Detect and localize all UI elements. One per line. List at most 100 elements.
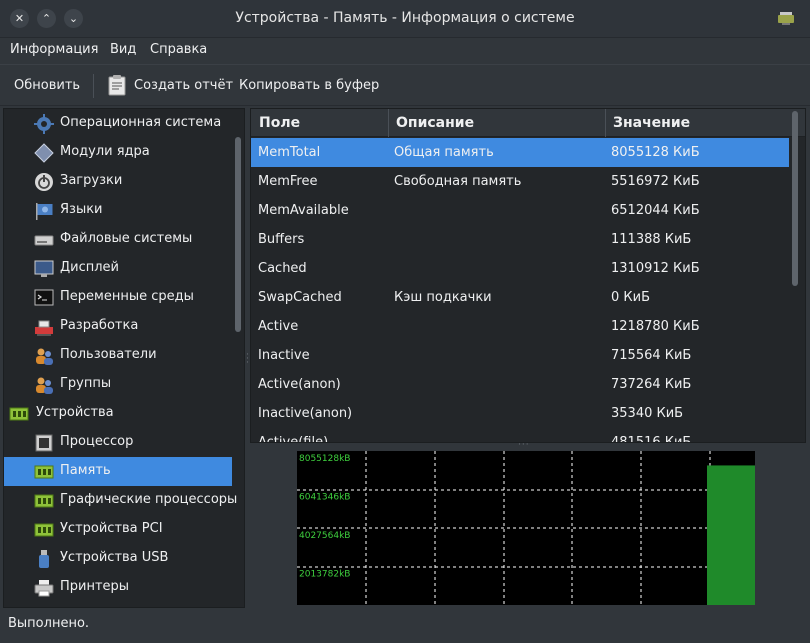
window-title: Устройства - Память - Информация о систе… bbox=[235, 10, 575, 26]
sidebar-item-boots[interactable]: Загрузки bbox=[4, 167, 232, 196]
memory-table[interactable]: Поле Описание Значение MemTotal Общая пам… bbox=[250, 108, 806, 443]
toolbar-separator bbox=[93, 74, 94, 98]
table-row[interactable]: Inactive(anon) 35340 КиБ bbox=[251, 399, 789, 428]
cell-value: 1218780 КиБ bbox=[611, 319, 700, 334]
menu-help[interactable]: Справка bbox=[150, 42, 207, 57]
sidebar-item-label: Принтеры bbox=[60, 579, 130, 594]
memory-usage-graph: 8055128kB 6041346kB 4027564kB 2013782kB bbox=[297, 451, 755, 605]
graph-usage-bar bbox=[707, 465, 755, 605]
sidebar-item-label: Переменные среды bbox=[60, 289, 194, 304]
groups-icon bbox=[36, 377, 53, 394]
menu-bar: Информация Вид Справка bbox=[0, 38, 810, 62]
development-icon bbox=[35, 320, 53, 336]
cell-value: 6512044 КиБ bbox=[611, 203, 700, 218]
table-row[interactable]: Active 1218780 КиБ bbox=[251, 312, 789, 341]
table-scrollbar-thumb[interactable] bbox=[792, 111, 798, 286]
column-header-description[interactable]: Описание bbox=[396, 115, 474, 131]
terminal-icon bbox=[34, 289, 54, 306]
users-icon bbox=[36, 348, 53, 365]
copy-to-clipboard-button[interactable]: Копировать в буфер bbox=[239, 78, 379, 93]
cpu-icon bbox=[35, 434, 53, 452]
table-row[interactable]: SwapCached Кэш подкачки 0 КиБ bbox=[251, 283, 789, 312]
graph-axis-label: 2013782kB bbox=[299, 570, 350, 580]
sidebar-item-groups[interactable]: Группы bbox=[4, 370, 232, 399]
sidebar-item-label: Разработка bbox=[60, 318, 139, 333]
cell-field: Active(anon) bbox=[258, 377, 341, 392]
sidebar-item-users[interactable]: Пользователи bbox=[4, 341, 232, 370]
menu-info[interactable]: Информация bbox=[10, 42, 98, 57]
table-row[interactable]: MemFree Свободная память 5516972 КиБ bbox=[251, 167, 789, 196]
column-header-value[interactable]: Значение bbox=[613, 115, 690, 131]
sidebar-item-label: Файловые системы bbox=[60, 231, 193, 246]
memory-icon bbox=[34, 465, 54, 479]
table-row[interactable]: Inactive 715564 КиБ bbox=[251, 341, 789, 370]
sidebar-item-filesystems[interactable]: Файловые системы bbox=[4, 225, 232, 254]
table-row[interactable]: MemTotal Общая память 8055128 КиБ bbox=[251, 138, 789, 167]
monitor-icon bbox=[34, 260, 54, 277]
status-text: Выполнено. bbox=[8, 616, 90, 631]
table-row[interactable]: MemAvailable 6512044 КиБ bbox=[251, 196, 789, 225]
cell-field: MemFree bbox=[258, 174, 318, 189]
sidebar-item-memory[interactable]: Память bbox=[4, 457, 232, 486]
create-report-button[interactable]: Создать отчёт bbox=[134, 78, 233, 93]
sidebar-item-label: Модули ядра bbox=[60, 144, 150, 159]
column-separator[interactable] bbox=[605, 109, 606, 137]
flag-icon bbox=[36, 203, 53, 220]
cell-value: 8055128 КиБ bbox=[611, 145, 700, 160]
graph-axis-label: 6041346kB bbox=[299, 493, 350, 503]
gpu-icon bbox=[34, 494, 54, 508]
sidebar-item-os[interactable]: Операционная система bbox=[4, 109, 232, 138]
sidebar-scrollbar-thumb[interactable] bbox=[235, 137, 241, 332]
cell-field: Inactive(anon) bbox=[258, 406, 353, 421]
sidebar-item-label: Пользователи bbox=[60, 347, 157, 362]
sidebar-item-processor[interactable]: Процессор bbox=[4, 428, 232, 457]
sidebar-item-languages[interactable]: Языки bbox=[4, 196, 232, 225]
sidebar-item-display[interactable]: Дисплей bbox=[4, 254, 232, 283]
sidebar-item-gpu[interactable]: Графические процессоры bbox=[4, 486, 237, 515]
sidebar-item-development[interactable]: Разработка bbox=[4, 312, 232, 341]
graph-axis-label: 8055128kB bbox=[299, 454, 350, 464]
menu-view[interactable]: Вид bbox=[110, 42, 136, 57]
report-icon[interactable] bbox=[108, 74, 126, 96]
column-header-field[interactable]: Поле bbox=[259, 115, 300, 131]
cell-field: Buffers bbox=[258, 232, 305, 247]
sidebar-item-usb[interactable]: Устройства USB bbox=[4, 544, 232, 573]
cell-field: Active bbox=[258, 319, 299, 334]
cell-value: 5516972 КиБ bbox=[611, 174, 700, 189]
cell-value: 737264 КиБ bbox=[611, 377, 692, 392]
cell-value: 35340 КиБ bbox=[611, 406, 684, 421]
sidebar-item-label: Операционная система bbox=[60, 115, 222, 130]
status-bar: Выполнено. bbox=[0, 610, 810, 643]
usb-icon bbox=[39, 550, 49, 568]
app-icon bbox=[778, 12, 794, 25]
table-row[interactable]: Active(anon) 737264 КиБ bbox=[251, 370, 789, 399]
cell-value: 0 КиБ bbox=[611, 290, 650, 305]
cell-value: 111388 КиБ bbox=[611, 232, 692, 247]
partial-icon bbox=[34, 607, 54, 608]
cell-value: 481516 КиБ bbox=[611, 435, 692, 443]
cell-value: 715564 КиБ bbox=[611, 348, 692, 363]
vertical-splitter[interactable]: · · · bbox=[246, 351, 249, 368]
sidebar-item-printers[interactable]: Принтеры bbox=[4, 573, 232, 602]
cell-field: Inactive bbox=[258, 348, 310, 363]
sidebar-item-environment[interactable]: Переменные среды bbox=[4, 283, 232, 312]
graph-axis-label: 4027564kB bbox=[299, 531, 350, 541]
sidebar-tree[interactable]: Операционная система Модули ядра Загрузк… bbox=[3, 108, 245, 608]
sidebar-item-kernel-modules[interactable]: Модули ядра bbox=[4, 138, 232, 167]
column-separator[interactable] bbox=[388, 109, 389, 137]
sidebar-item-label: Загрузки bbox=[60, 173, 123, 188]
sidebar-item-label: Графические процессоры bbox=[60, 492, 238, 507]
table-row[interactable]: Cached 1310912 КиБ bbox=[251, 254, 789, 283]
memory-graph-panel: 8055128kB 6041346kB 4027564kB 2013782kB bbox=[250, 446, 806, 608]
sidebar-item-pci[interactable]: Устройства PCI bbox=[4, 515, 232, 544]
sidebar-item-label: Языки bbox=[60, 202, 103, 217]
sidebar-item-label: Устройства USB bbox=[60, 550, 169, 565]
table-row[interactable]: Buffers 111388 КиБ bbox=[251, 225, 789, 254]
cell-description: Общая память bbox=[394, 145, 494, 160]
sidebar-item-label: Дисплей bbox=[60, 260, 120, 275]
drive-icon bbox=[34, 235, 54, 246]
refresh-button[interactable]: Обновить bbox=[14, 78, 80, 93]
sidebar-item-devices[interactable]: Устройства bbox=[4, 399, 232, 428]
table-header: Поле Описание Значение bbox=[251, 109, 805, 137]
circuit-board-icon bbox=[9, 407, 29, 421]
